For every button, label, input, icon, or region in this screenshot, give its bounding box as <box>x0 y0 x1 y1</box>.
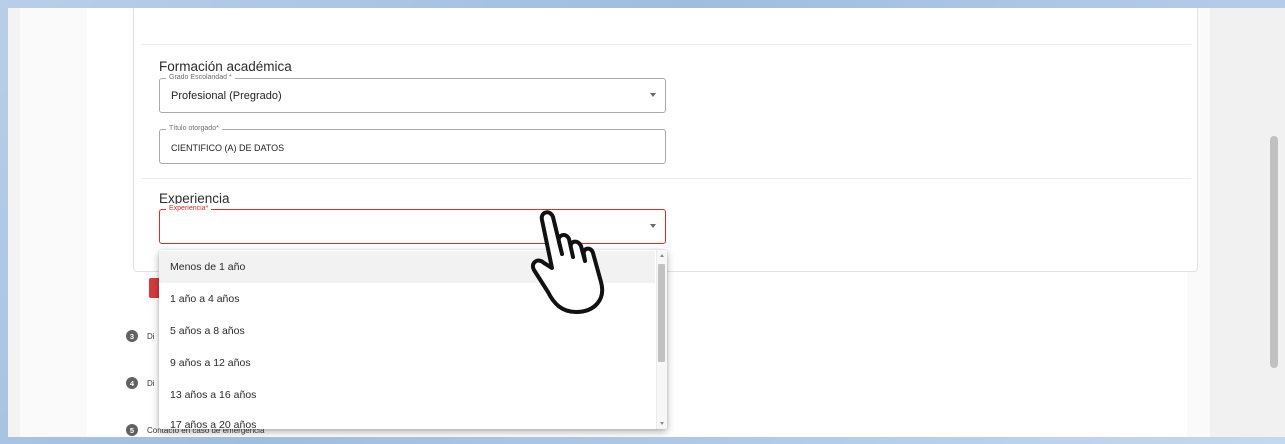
step-label: Di <box>147 378 155 388</box>
grado-escolaridad-select[interactable]: Grado Escolaridad * Profesional (Pregrad… <box>159 73 666 113</box>
dropdown-option[interactable]: 5 años a 8 años <box>159 315 655 347</box>
step-number: 4 <box>126 377 138 389</box>
dropdown-scrollbar-thumb[interactable] <box>658 264 665 362</box>
scroll-down-icon[interactable] <box>660 422 664 425</box>
step-number: 5 <box>126 424 138 436</box>
caret-down-icon <box>650 224 656 228</box>
scroll-up-icon[interactable] <box>660 254 664 257</box>
step-label: Di <box>147 331 155 341</box>
grado-escolaridad-label: Grado Escolaridad * <box>166 73 235 83</box>
grado-escolaridad-value: Profesional (Pregrado) <box>171 90 282 102</box>
browser-viewport: Formación académica Grado Escolaridad * … <box>8 8 1285 437</box>
step-4[interactable]: 4 Di <box>126 377 155 389</box>
caret-down-icon <box>650 93 656 97</box>
titulo-otorgado-label: Título otorgado* <box>166 124 222 134</box>
dropdown-option[interactable]: 13 años a 16 años <box>159 379 655 411</box>
dropdown-option[interactable]: 9 años a 12 años <box>159 347 655 379</box>
step-3[interactable]: 3 Di <box>126 330 155 342</box>
page-scrollbar-thumb[interactable] <box>1270 136 1278 368</box>
experiencia-label: Experiencia* <box>166 204 212 214</box>
dropdown-scrollbar[interactable] <box>656 250 667 429</box>
section-divider <box>141 44 1191 45</box>
pointer-hand-icon <box>531 210 605 314</box>
formacion-title: Formación académica <box>159 59 292 74</box>
titulo-otorgado-input[interactable]: Título otorgado* CIENTIFICO (A) DE DATOS <box>159 124 666 164</box>
titulo-otorgado-value: CIENTIFICO (A) DE DATOS <box>171 143 285 153</box>
step-number: 3 <box>126 330 138 342</box>
section-divider <box>141 178 1191 179</box>
dropdown-option[interactable]: 17 años a 20 años <box>159 409 655 429</box>
